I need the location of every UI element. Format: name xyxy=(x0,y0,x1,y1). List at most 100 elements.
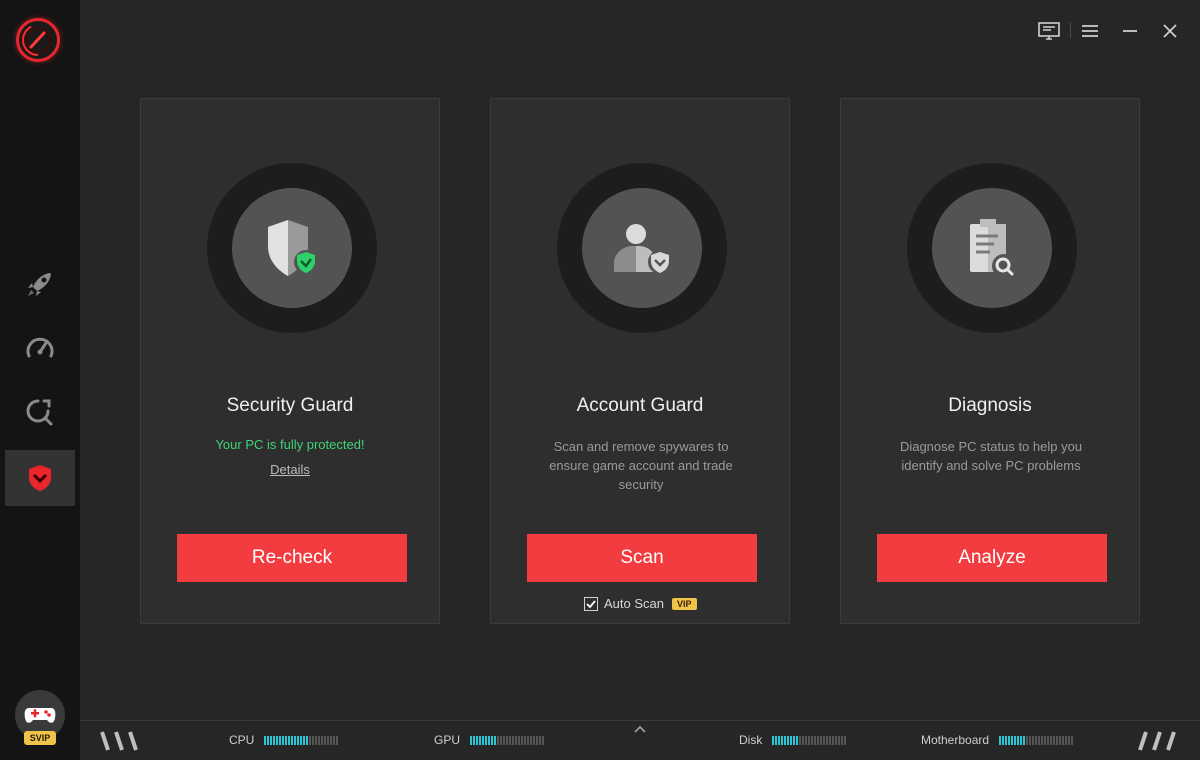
meter-segment xyxy=(309,735,312,745)
meter-segment xyxy=(533,735,536,745)
meter-segment xyxy=(1062,735,1065,745)
icon-ring xyxy=(907,163,1077,333)
sidebar-item-speedometer[interactable] xyxy=(5,320,75,376)
meter-segment xyxy=(1065,735,1068,745)
card-title: Account Guard xyxy=(576,395,704,416)
icon-ring xyxy=(207,163,377,333)
monitor-label: Disk xyxy=(739,733,763,747)
meter-segment xyxy=(473,735,476,745)
meter-segment xyxy=(1038,735,1041,745)
meter-segment xyxy=(835,735,838,745)
meter-segment xyxy=(530,735,533,745)
meter-segment xyxy=(536,735,539,745)
footer-stripes-left-icon xyxy=(100,731,138,751)
monitor-icon xyxy=(1038,22,1060,40)
analyze-button[interactable]: Analyze xyxy=(877,534,1107,582)
meter-segment xyxy=(491,735,494,745)
gpu-meter xyxy=(470,735,545,745)
meter-segment xyxy=(267,735,270,745)
meter-segment xyxy=(470,735,473,745)
minimize-icon xyxy=(1123,30,1137,32)
meter-segment xyxy=(479,735,482,745)
svip-badge: SVIP xyxy=(24,731,56,745)
meter-segment xyxy=(506,735,509,745)
sidebar-item-scan[interactable] xyxy=(5,384,75,440)
gpu-monitor: GPU xyxy=(434,733,545,747)
meter-segment xyxy=(315,735,318,745)
meter-segment xyxy=(796,735,799,745)
meter-segment xyxy=(539,735,542,745)
disk-meter xyxy=(772,735,847,745)
icon-circle xyxy=(582,188,702,308)
meter-segment xyxy=(285,735,288,745)
meter-segment xyxy=(808,735,811,745)
app-logo xyxy=(16,18,60,62)
meter-segment xyxy=(312,735,315,745)
meter-segment xyxy=(497,735,500,745)
meter-segment xyxy=(772,735,775,745)
card-title: Diagnosis xyxy=(948,395,1032,416)
meter-segment xyxy=(1011,735,1014,745)
clipboard-search-icon xyxy=(970,219,1016,278)
icon-circle xyxy=(232,188,352,308)
motherboard-meter xyxy=(999,735,1074,745)
meter-segment xyxy=(324,735,327,745)
speedometer-icon xyxy=(26,337,54,358)
meter-segment xyxy=(811,735,814,745)
meter-segment xyxy=(832,735,835,745)
security-guard-card: Security Guard Your PC is fully protecte… xyxy=(140,98,440,624)
meter-segment xyxy=(1050,735,1053,745)
close-button[interactable] xyxy=(1157,18,1183,44)
meter-segment xyxy=(1008,735,1011,745)
meter-segment xyxy=(784,735,787,745)
meter-segment xyxy=(1044,735,1047,745)
meter-segment xyxy=(805,735,808,745)
card-description: Scan and remove spywares to ensure game … xyxy=(549,439,733,492)
meter-segment xyxy=(1023,735,1026,745)
meter-segment xyxy=(294,735,297,745)
meter-segment xyxy=(518,735,521,745)
meter-segment xyxy=(1014,735,1017,745)
meter-segment xyxy=(1002,735,1005,745)
footer-divider xyxy=(80,720,1200,721)
meter-segment xyxy=(823,735,826,745)
meter-segment xyxy=(1071,735,1074,745)
meter-segment xyxy=(476,735,479,745)
meter-segment xyxy=(503,735,506,745)
menu-button[interactable] xyxy=(1077,18,1103,44)
meter-segment xyxy=(999,735,1002,745)
monitor-label: Motherboard xyxy=(921,733,990,747)
meter-segment xyxy=(336,735,339,745)
sidebar: SVIP xyxy=(0,0,80,760)
disk-monitor: Disk xyxy=(739,733,847,747)
meter-segment xyxy=(778,735,781,745)
meter-segment xyxy=(1026,735,1029,745)
meter-segment xyxy=(512,735,515,745)
recheck-button[interactable]: Re-check xyxy=(177,534,407,582)
sidebar-item-boost[interactable] xyxy=(5,256,75,312)
meter-segment xyxy=(273,735,276,745)
protection-status: Your PC is fully protected! xyxy=(215,437,365,452)
meter-segment xyxy=(279,735,282,745)
minimize-button[interactable] xyxy=(1117,18,1143,44)
meter-segment xyxy=(494,735,497,745)
meter-segment xyxy=(303,735,306,745)
meter-segment xyxy=(1059,735,1062,745)
meter-segment xyxy=(838,735,841,745)
meter-segment xyxy=(264,735,267,745)
meter-segment xyxy=(1053,735,1056,745)
magnifier-refresh-icon xyxy=(26,399,53,426)
sidebar-item-security[interactable] xyxy=(5,450,75,506)
autoscan-checkbox[interactable] xyxy=(584,596,598,611)
vip-tag: VIP xyxy=(672,597,697,610)
meter-segment xyxy=(1068,735,1071,745)
expand-panel-button[interactable] xyxy=(632,722,648,740)
scan-button[interactable]: Scan xyxy=(527,534,757,582)
details-link[interactable]: Details xyxy=(141,462,439,477)
meter-segment xyxy=(321,735,324,745)
meter-segment xyxy=(1029,735,1032,745)
meter-segment xyxy=(291,735,294,745)
monitor-button[interactable] xyxy=(1036,18,1062,44)
meter-segment xyxy=(1032,735,1035,745)
chevron-up-icon xyxy=(634,725,646,733)
